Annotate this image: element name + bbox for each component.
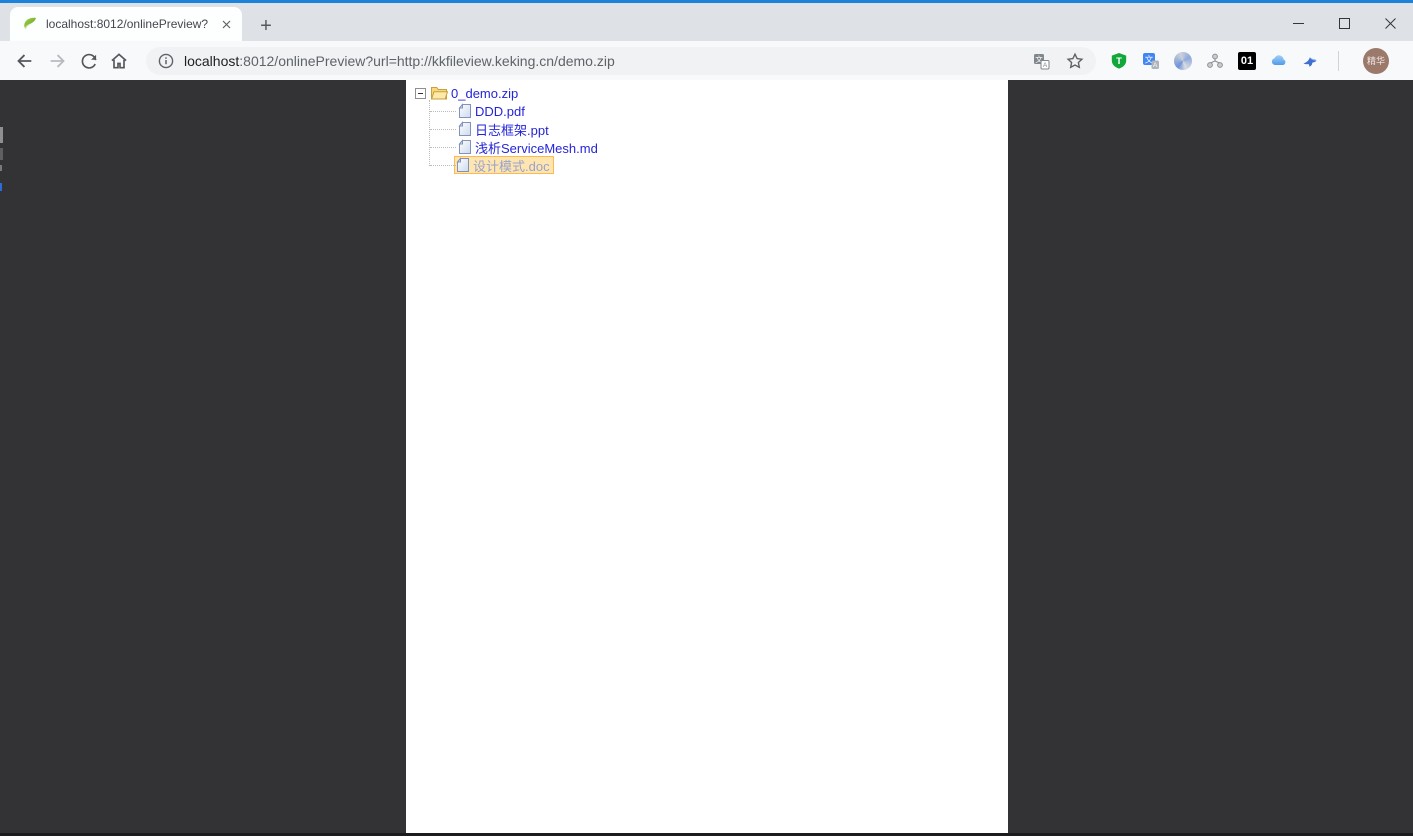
tree-node-link[interactable]: DDD.pdf bbox=[458, 103, 525, 119]
info-icon[interactable] bbox=[158, 53, 174, 69]
browser-tab[interactable]: localhost:8012/onlinePreview? bbox=[10, 7, 242, 41]
tab-title: localhost:8012/onlinePreview? bbox=[46, 17, 208, 31]
tree-node-file-selected: 设计模式.doc bbox=[415, 156, 1008, 174]
page-content: 0_demo.zip DDD.pdf bbox=[0, 80, 1413, 836]
extensions-area: T 文 A 01 bbox=[1110, 41, 1413, 80]
zip-preview-panel: 0_demo.zip DDD.pdf bbox=[406, 80, 1008, 833]
close-icon[interactable] bbox=[1367, 6, 1413, 40]
translate-page-icon[interactable]: 文 A bbox=[1033, 53, 1050, 70]
file-icon bbox=[456, 157, 470, 173]
url-text: localhost:8012/onlinePreview?url=http://… bbox=[184, 53, 615, 69]
edge-artifact bbox=[0, 148, 3, 160]
tree-node-link-selected[interactable]: 设计模式.doc bbox=[454, 156, 554, 174]
bird-extension-icon[interactable] bbox=[1302, 52, 1320, 70]
file-icon bbox=[458, 139, 472, 155]
sitemap-extension-icon[interactable] bbox=[1206, 52, 1224, 70]
tree-node-file: DDD.pdf bbox=[415, 102, 1008, 120]
back-icon[interactable] bbox=[11, 48, 37, 74]
toolbar-separator bbox=[1338, 51, 1339, 71]
tree-node-link[interactable]: 浅析ServiceMesh.md bbox=[458, 138, 598, 157]
window-controls bbox=[1275, 6, 1413, 40]
tree-node-file: 浅析ServiceMesh.md bbox=[415, 138, 1008, 156]
translate-extension-icon[interactable]: 文 A bbox=[1142, 52, 1160, 70]
open-folder-icon bbox=[430, 85, 448, 101]
file-tree: 0_demo.zip DDD.pdf bbox=[406, 80, 1008, 174]
tree-root-row: 0_demo.zip bbox=[415, 84, 1008, 102]
edge-artifact bbox=[0, 165, 2, 171]
tree-node-label[interactable]: 设计模式.doc bbox=[473, 156, 550, 175]
svg-text:T: T bbox=[1116, 56, 1122, 67]
edge-artifact bbox=[0, 127, 3, 143]
tree-children: DDD.pdf 日志框架.ppt bbox=[415, 102, 1008, 174]
reload-icon[interactable] bbox=[76, 48, 102, 74]
tree-node-label[interactable]: 日志框架.ppt bbox=[475, 120, 549, 139]
swirl-extension-icon[interactable] bbox=[1174, 52, 1192, 70]
bookmark-star-icon[interactable] bbox=[1066, 52, 1084, 70]
tree-node-label[interactable]: 0_demo.zip bbox=[451, 86, 518, 101]
omnibox-actions: 文 A bbox=[1033, 52, 1084, 70]
tree-node-file: 日志框架.ppt bbox=[415, 120, 1008, 138]
new-tab-button[interactable]: + bbox=[252, 12, 280, 40]
browser-toolbar: localhost:8012/onlinePreview?url=http://… bbox=[0, 41, 1413, 80]
file-icon bbox=[458, 103, 472, 119]
edge-artifact bbox=[0, 183, 2, 191]
file-icon bbox=[458, 121, 472, 137]
address-bar[interactable]: localhost:8012/onlinePreview?url=http://… bbox=[146, 47, 1096, 75]
tree-node-label[interactable]: 浅析ServiceMesh.md bbox=[475, 138, 598, 157]
minimize-icon[interactable] bbox=[1275, 6, 1321, 40]
svg-text:A: A bbox=[1153, 62, 1158, 69]
green-shield-extension-icon[interactable]: T bbox=[1110, 52, 1128, 70]
svg-text:A: A bbox=[1043, 62, 1048, 69]
spring-leaf-favicon-icon bbox=[22, 16, 38, 32]
tab-close-icon[interactable] bbox=[218, 16, 234, 32]
maximize-icon[interactable] bbox=[1321, 6, 1367, 40]
url-host: localhost bbox=[184, 53, 239, 69]
cloud-extension-icon[interactable] bbox=[1270, 52, 1288, 70]
01-badge-extension-icon[interactable]: 01 bbox=[1238, 52, 1256, 70]
tree-node-label[interactable]: DDD.pdf bbox=[475, 104, 525, 119]
collapse-toggle-icon[interactable] bbox=[415, 88, 426, 99]
tree-node-link[interactable]: 日志框架.ppt bbox=[458, 120, 549, 139]
url-rest: :8012/onlinePreview?url=http://kkfilevie… bbox=[239, 53, 614, 69]
profile-avatar[interactable]: 精华 bbox=[1363, 48, 1389, 74]
tree-node-root[interactable]: 0_demo.zip bbox=[430, 85, 518, 101]
home-icon[interactable] bbox=[106, 48, 132, 74]
forward-icon[interactable] bbox=[45, 48, 71, 74]
titlebar: localhost:8012/onlinePreview? + bbox=[0, 0, 1413, 41]
